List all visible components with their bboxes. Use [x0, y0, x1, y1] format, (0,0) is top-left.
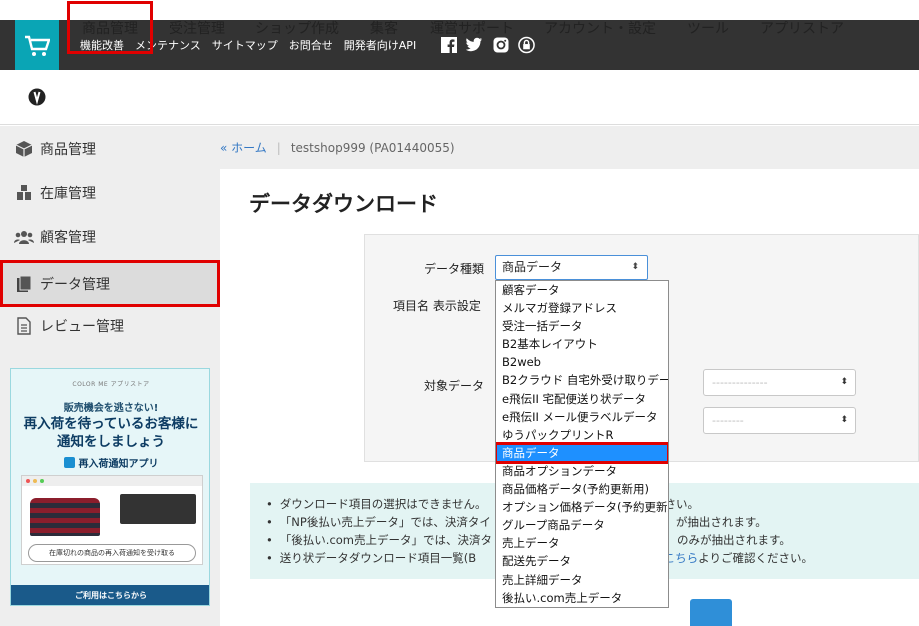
download-button[interactable]	[690, 599, 732, 626]
select-arrows-icon: ⬍	[840, 415, 848, 425]
dark-panel	[120, 494, 196, 524]
document-icon	[14, 274, 34, 294]
dropdown-option[interactable]: メルマガ登録アドレス	[496, 299, 668, 317]
nav-order-management[interactable]: 受注管理	[169, 0, 225, 55]
breadcrumb-home-link[interactable]: « ホーム	[220, 139, 267, 156]
sidebar-item-products[interactable]: 商品管理	[0, 127, 220, 171]
target-data-label: 対象データ	[424, 379, 485, 393]
sidebar-item-label: データ管理	[40, 276, 110, 293]
sidebar-item-label: 在庫管理	[40, 186, 96, 202]
target-select-2[interactable]: -------- ⬍	[703, 407, 856, 434]
cart-icon	[25, 35, 50, 56]
colorme-brand-icon[interactable]	[28, 88, 46, 106]
sidebar-item-label: レビュー管理	[40, 319, 124, 335]
nav-product-management[interactable]: 商品管理	[67, 1, 153, 54]
banner-screenshot: 在庫切れの商品の再入荷通知を受け取る	[21, 475, 203, 565]
nav-shop-creation[interactable]: ショップ作成	[255, 0, 339, 55]
banner-cta[interactable]: ご利用はこちらから	[11, 585, 209, 605]
dropdown-option[interactable]: 後払い.com売上データ	[496, 589, 668, 607]
nav-tools[interactable]: ツール	[687, 0, 729, 55]
banner-subtitle: 販売機会を逃さない!	[63, 403, 159, 414]
sidebar-item-customers[interactable]: 顧客管理	[0, 215, 220, 259]
banner-app-name: 再入荷通知アプリ	[11, 455, 209, 470]
dropdown-option[interactable]: 商品オプションデータ	[496, 462, 668, 480]
sidebar-item-inventory[interactable]: 在庫管理	[0, 171, 220, 215]
shirt-image	[30, 498, 100, 536]
dropdown-option[interactable]: グループ商品データ	[496, 516, 668, 534]
banner-app-label: 再入荷通知アプリ	[78, 459, 159, 470]
data-type-select[interactable]: 商品データ ⬍	[495, 255, 648, 280]
breadcrumb-separator: |	[276, 140, 281, 155]
dropdown-option[interactable]: オプション価格データ(予約更新用)	[496, 498, 668, 516]
select-arrows-icon: ⬍	[631, 262, 639, 272]
banner-pill: 在庫切れの商品の再入荷通知を受け取る	[28, 544, 196, 562]
select-arrows-icon: ⬍	[840, 377, 848, 387]
target-select-2-value: --------	[712, 414, 744, 427]
box-icon	[14, 139, 34, 159]
lock-icon[interactable]	[518, 36, 535, 53]
dropdown-option[interactable]: 受注一括データ	[496, 317, 668, 335]
dropdown-option[interactable]: ゆうパックプリントR	[496, 426, 668, 444]
sidebar: 商品管理 在庫管理 顧客管理 データ管理 レビュー管理 COLOR ME アプリ…	[0, 126, 220, 626]
banner-headline-line: 再入荷を待っているお客様に	[23, 416, 199, 432]
banner-headline-line: 通知をしましょう	[57, 434, 165, 450]
dropdown-option[interactable]: 配送先データ	[496, 552, 668, 570]
dropdown-option[interactable]: e飛伝II 宅配便送り状データ	[496, 390, 668, 408]
dropdown-option[interactable]: e飛伝II メール便ラベルデータ	[496, 408, 668, 426]
nav-app-store[interactable]: アプリストア	[760, 0, 844, 55]
data-type-value: 商品データ	[502, 260, 563, 274]
review-icon	[14, 316, 34, 336]
sidebar-item-label: 顧客管理	[40, 230, 96, 246]
sidebar-item-data[interactable]: データ管理	[0, 260, 220, 307]
dropdown-option[interactable]: 売上詳細データ	[496, 571, 668, 589]
breadcrumb: « ホーム | testshop999 (PA01440055)	[220, 126, 919, 169]
dropdown-option[interactable]: B2web	[496, 353, 668, 371]
banner-headline: 再入荷を待っているお客様に 通知をしましょう	[11, 415, 209, 451]
data-type-label: データ種類	[424, 262, 485, 276]
banner-logo: COLOR ME アプリストア	[72, 381, 150, 388]
bell-icon	[63, 457, 75, 468]
nav-operation-support[interactable]: 運営サポート	[430, 0, 514, 55]
cart-logo[interactable]	[15, 20, 59, 72]
users-icon	[14, 227, 34, 247]
dropdown-option[interactable]: 商品データ	[496, 441, 668, 464]
breadcrumb-shop: testshop999 (PA01440055)	[290, 140, 455, 155]
main-nav	[0, 70, 919, 125]
sidebar-item-reviews[interactable]: レビュー管理	[0, 304, 220, 348]
target-select-1[interactable]: -------------- ⬍	[703, 369, 856, 396]
page-title: データダウンロード	[249, 192, 438, 216]
dropdown-option[interactable]: B2クラウド 自宅外受け取りデータ	[496, 371, 668, 389]
dropdown-option[interactable]: 顧客データ	[496, 281, 668, 299]
nav-account-settings[interactable]: アカウント・設定	[544, 0, 656, 55]
item-name-display-label: 項目名 表示設定	[393, 299, 481, 313]
dropdown-option[interactable]: 商品価格データ(予約更新用)	[496, 480, 668, 498]
sidebar-item-label: 商品管理	[40, 142, 96, 158]
dropdown-option[interactable]: 売上データ	[496, 534, 668, 552]
dropdown-option[interactable]: B2基本レイアウト	[496, 335, 668, 353]
warehouse-icon	[14, 183, 34, 203]
nav-customer-acquisition[interactable]: 集客	[370, 0, 398, 55]
data-type-dropdown-list[interactable]: 顧客データ メルマガ登録アドレス 受注一括データ B2基本レイアウト B2web B2クラ…	[495, 280, 669, 608]
target-select-1-value: --------------	[712, 376, 768, 389]
restock-app-banner[interactable]: COLOR ME アプリストア 販売機会を逃さない! 再入荷を待っているお客様に…	[10, 368, 210, 606]
